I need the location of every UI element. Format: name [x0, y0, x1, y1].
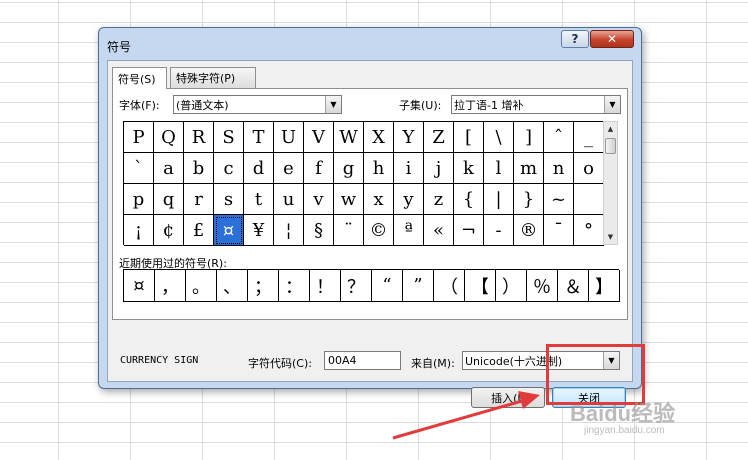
watermark-url: jingyan.baidu.com: [584, 425, 665, 436]
tab-symbols[interactable]: 符号(S): [112, 67, 167, 89]
watermark-logo: Baidu经验: [570, 401, 676, 426]
